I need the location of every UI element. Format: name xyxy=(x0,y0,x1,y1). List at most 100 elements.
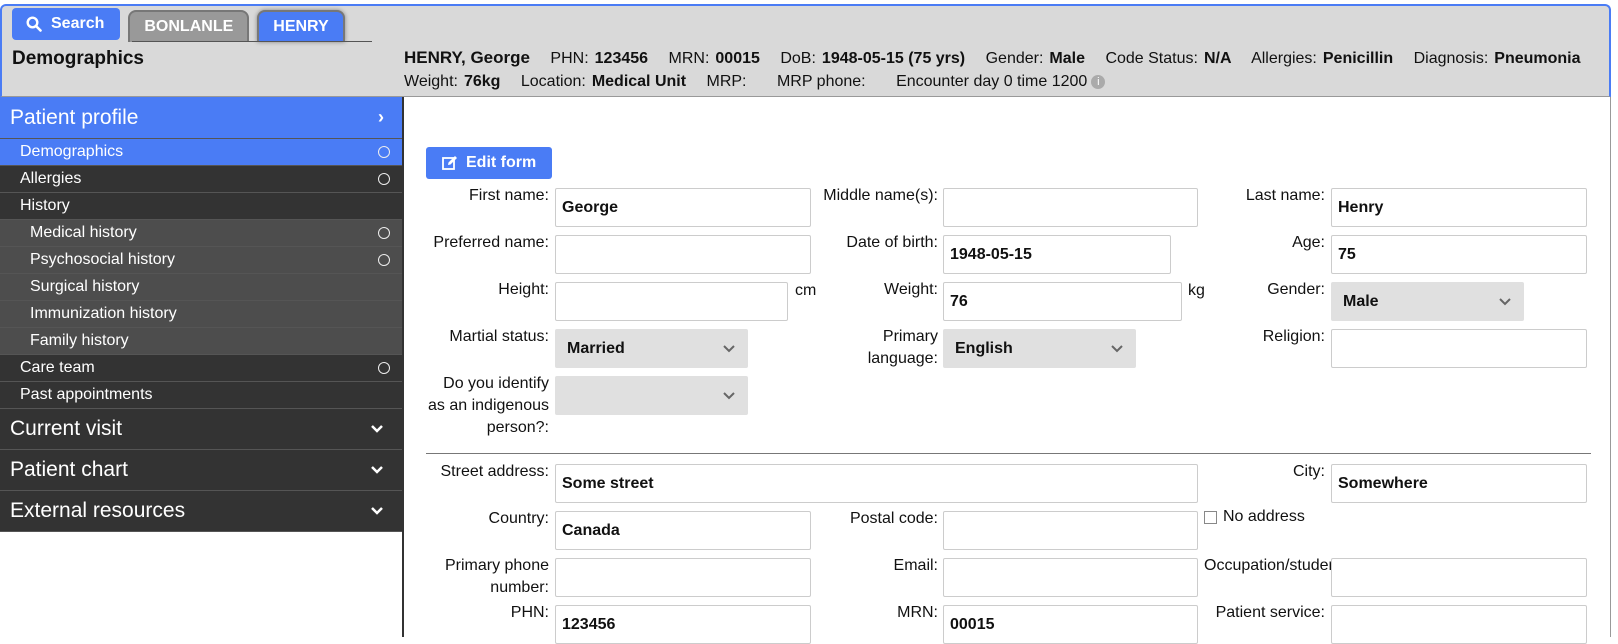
dob-field[interactable]: 1948-05-15 xyxy=(943,235,1171,274)
section-label: External resources xyxy=(10,499,186,522)
status-circle-icon xyxy=(378,254,390,266)
demographics-form: Edit form First name: George Middle name… xyxy=(402,97,1611,644)
weight-label: Weight: xyxy=(404,73,458,90)
dob-field-label: Date of birth: xyxy=(846,234,938,251)
section-label: Patient chart xyxy=(10,458,128,481)
section-label: Current visit xyxy=(10,417,123,440)
no-address-checkbox[interactable]: No address xyxy=(1204,508,1305,526)
middle-name-field[interactable] xyxy=(943,188,1198,227)
search-label: Search xyxy=(51,15,105,32)
sidebar-item-label: Past appointments xyxy=(20,386,153,403)
search-icon xyxy=(26,16,42,32)
mrp-label: MRP: xyxy=(706,73,747,90)
occupation-label: Occupation/student: xyxy=(1204,557,1347,574)
indigenous-label: Do you identify as an indigenous person?… xyxy=(404,373,549,439)
section-divider xyxy=(426,453,1591,454)
tab-bar: Search BONLANLE HENRY xyxy=(12,8,372,42)
no-address-label: No address xyxy=(1223,508,1305,525)
indigenous-label-line-2: as an indigenous xyxy=(428,397,549,414)
last-name-field[interactable]: Henry xyxy=(1331,188,1587,227)
gender-select[interactable]: Male xyxy=(1331,282,1524,321)
sidebar-item-label: Psychosocial history xyxy=(30,251,175,268)
preferred-name-field[interactable] xyxy=(555,235,811,274)
chevron-down-icon xyxy=(1110,344,1124,353)
section-external-resources[interactable]: External resources xyxy=(0,491,402,532)
postal-code-label: Postal code: xyxy=(849,510,938,527)
sidebar-item-label: History xyxy=(20,197,70,214)
sidebar-item-label: Care team xyxy=(20,359,95,376)
marital-status-label: Martial status: xyxy=(449,328,549,345)
dob-value: 1948-05-15 (75 yrs) xyxy=(821,50,966,67)
mrn-field-label: MRN: xyxy=(897,604,938,621)
tab-bonlanle[interactable]: BONLANLE xyxy=(128,10,250,42)
indigenous-label-line-3: person?: xyxy=(486,419,549,436)
patient-info-row-1: HENRY, George PHN: 123456 MRN: 00015 DoB: 1… xyxy=(404,48,1597,68)
height-field[interactable] xyxy=(555,282,788,321)
marital-status-select[interactable]: Married xyxy=(555,329,748,368)
indigenous-select[interactable] xyxy=(555,376,748,415)
location-value: Medical Unit xyxy=(591,73,687,90)
postal-code-field[interactable] xyxy=(943,511,1198,550)
street-address-label: Street address: xyxy=(440,463,550,480)
sidebar-item-medical-history[interactable]: Medical history xyxy=(0,220,402,247)
section-patient-chart[interactable]: Patient chart xyxy=(0,450,402,491)
gender-select-value: Male xyxy=(1343,292,1379,310)
sidebar-item-past-appointments[interactable]: Past appointments xyxy=(0,382,402,409)
primary-language-label-line-2: language: xyxy=(867,350,938,367)
sidebar-item-label: Allergies xyxy=(20,170,82,187)
sidebar-item-label: Family history xyxy=(30,332,129,349)
age-field[interactable]: 75 xyxy=(1331,235,1587,274)
sidebar-item-care-team[interactable]: Care team xyxy=(0,355,402,382)
email-field[interactable] xyxy=(943,558,1198,597)
sidebar-item-surgical-history[interactable]: Surgical history xyxy=(0,274,402,301)
mrn-field[interactable]: 00015 xyxy=(943,605,1198,644)
chevron-down-icon xyxy=(722,391,736,400)
tab-divider xyxy=(132,41,372,42)
middle-name-label: Middle name(s): xyxy=(823,187,938,204)
edit-icon xyxy=(442,155,458,171)
section-patient-profile[interactable]: Patient profile › xyxy=(0,97,402,139)
primary-language-label-line-1: Primary xyxy=(882,328,938,345)
sidebar-item-immunization-history[interactable]: Immunization history xyxy=(0,301,402,328)
first-name-label: First name: xyxy=(468,187,549,204)
city-field[interactable]: Somewhere xyxy=(1331,464,1587,503)
street-address-field[interactable]: Some street xyxy=(555,464,1198,503)
gender-field-label: Gender: xyxy=(1267,281,1325,298)
gender-label: Gender: xyxy=(985,50,1044,67)
sidebar-item-family-history[interactable]: Family history xyxy=(0,328,402,355)
code-status-value: N/A xyxy=(1203,50,1232,67)
patient-service-field[interactable] xyxy=(1331,605,1587,644)
sidebar-item-label: Surgical history xyxy=(30,278,140,295)
marital-status-value: Married xyxy=(567,339,625,357)
patient-header: Search BONLANLE HENRY Demographics HENRY… xyxy=(0,4,1611,97)
diagnosis-label: Diagnosis: xyxy=(1413,50,1489,67)
primary-language-select[interactable]: English xyxy=(943,329,1136,368)
sidebar-item-demographics[interactable]: Demographics xyxy=(0,139,402,166)
section-current-visit[interactable]: Current visit xyxy=(0,409,402,450)
country-field[interactable]: Canada xyxy=(555,511,811,550)
sidebar-item-history[interactable]: History xyxy=(0,193,402,220)
preferred-name-label: Preferred name: xyxy=(433,234,549,251)
sidebar-item-allergies[interactable]: Allergies xyxy=(0,166,402,193)
chevron-down-icon xyxy=(370,506,384,516)
tab-henry[interactable]: HENRY xyxy=(257,10,345,42)
weight-field[interactable]: 76 xyxy=(943,282,1182,321)
section-label: Patient profile xyxy=(10,105,139,129)
status-circle-icon xyxy=(378,173,390,185)
location-label: Location: xyxy=(520,73,586,90)
phn-value: 123456 xyxy=(594,50,649,67)
phn-field-label: PHN: xyxy=(510,604,549,621)
primary-phone-field[interactable] xyxy=(555,558,811,597)
phn-field[interactable]: 123456 xyxy=(555,605,811,644)
info-icon[interactable]: i xyxy=(1091,74,1106,89)
edit-form-label: Edit form xyxy=(466,154,537,171)
checkbox-icon xyxy=(1204,510,1217,524)
occupation-field[interactable] xyxy=(1331,558,1587,597)
first-name-field[interactable]: George xyxy=(555,188,811,227)
religion-field[interactable] xyxy=(1331,329,1587,368)
chevron-right-icon: › xyxy=(378,107,384,127)
age-label: Age: xyxy=(1292,234,1325,251)
edit-form-button[interactable]: Edit form xyxy=(426,147,553,179)
search-button[interactable]: Search xyxy=(12,8,121,40)
sidebar-item-psychosocial-history[interactable]: Psychosocial history xyxy=(0,247,402,274)
